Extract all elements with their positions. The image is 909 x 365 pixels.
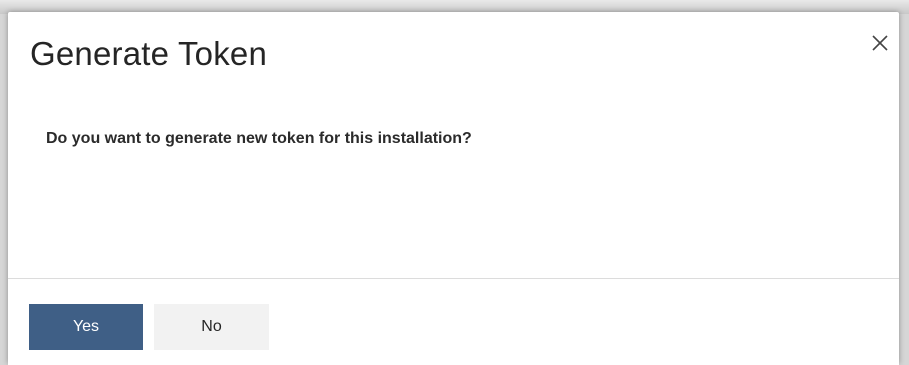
dialog-message: Do you want to generate new token for th… (46, 130, 472, 147)
dialog-footer: Yes No (8, 278, 899, 365)
generate-token-dialog: Generate Token Do you want to generate n… (8, 12, 899, 365)
close-icon (867, 30, 893, 56)
no-button[interactable]: No (154, 304, 269, 350)
dialog-title: Generate Token (30, 35, 268, 72)
close-button[interactable] (867, 30, 893, 56)
yes-button[interactable]: Yes (29, 304, 143, 350)
